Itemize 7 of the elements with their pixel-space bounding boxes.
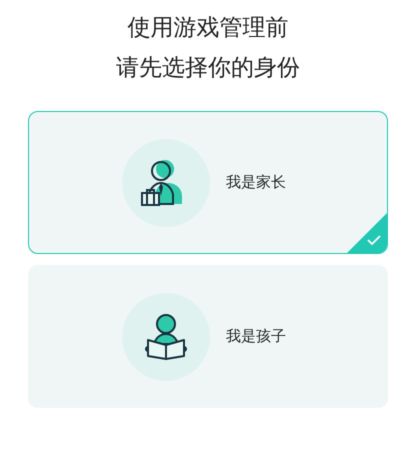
role-label: 我是孩子 <box>226 326 286 348</box>
role-card[interactable]: 我是孩子 <box>28 265 388 408</box>
page-title: 使用游戏管理前 <box>128 14 288 43</box>
role-label: 我是家长 <box>226 172 286 194</box>
check-corner-icon <box>347 213 387 253</box>
page-title: 请先选择你的身份 <box>116 54 300 83</box>
role-card[interactable]: 我是家长 <box>28 111 388 254</box>
